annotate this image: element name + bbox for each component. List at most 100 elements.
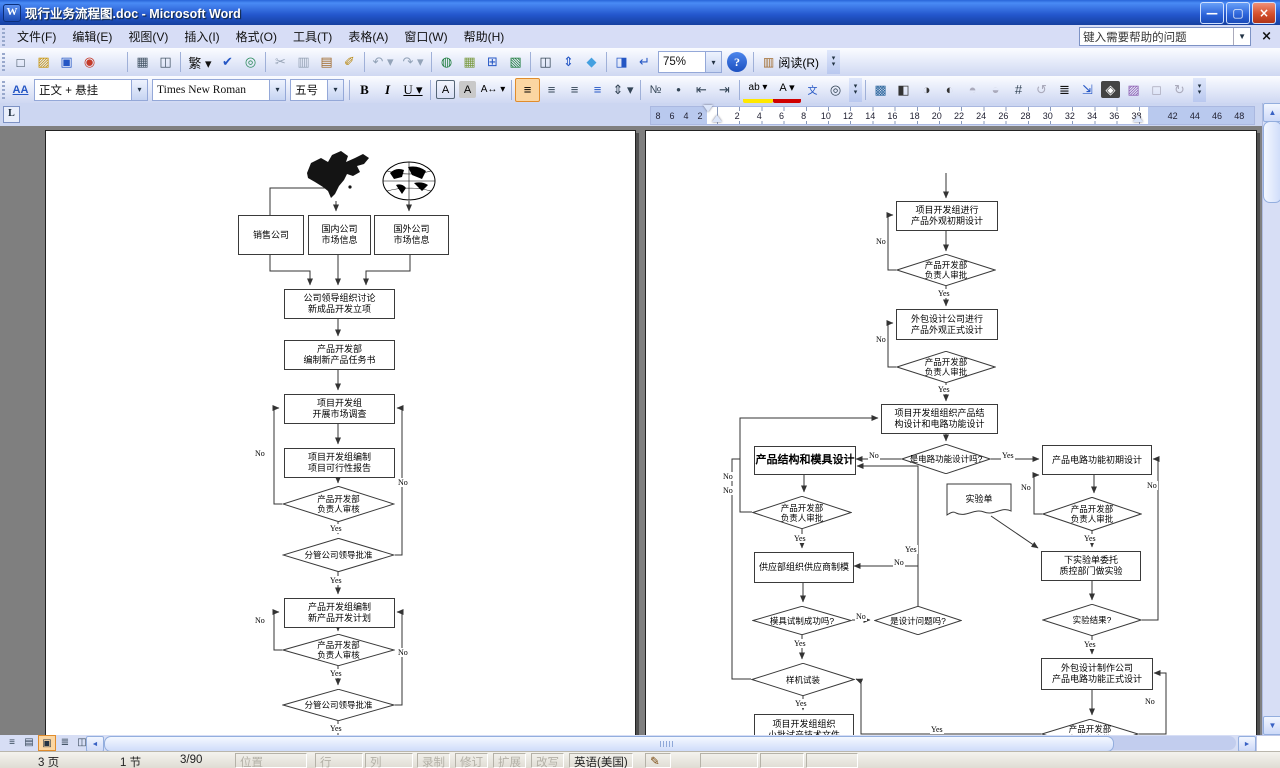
flow-node[interactable]: 项目开发组组织 小批试产技术文件 bbox=[754, 714, 854, 735]
format-picture-button[interactable]: ▨ bbox=[1122, 79, 1145, 101]
scroll-right-icon[interactable]: ► bbox=[1238, 736, 1256, 752]
less-contrast-button[interactable]: ◐ bbox=[938, 79, 961, 101]
help-button[interactable]: ? bbox=[727, 52, 747, 72]
styles-formatting-button[interactable]: AA bbox=[9, 79, 32, 101]
font-combo[interactable]: Times New Roman ▾ bbox=[152, 79, 286, 101]
show-hide-marks-button[interactable]: ↵ bbox=[633, 51, 656, 73]
hanging-indent-marker[interactable] bbox=[712, 115, 722, 122]
insert-picture-button[interactable]: ▩ bbox=[869, 79, 892, 101]
flow-decision[interactable]: 是电路功能设计吗? bbox=[901, 444, 991, 474]
undo-button[interactable]: ↶ ▾ bbox=[368, 51, 398, 73]
font-color-button[interactable]: A ▾ bbox=[773, 77, 801, 103]
open-button[interactable]: ▨ bbox=[32, 51, 55, 73]
word-app-icon[interactable]: W bbox=[3, 4, 21, 22]
more-contrast-button[interactable]: ◑ bbox=[915, 79, 938, 101]
insert-excel-button[interactable]: ▧ bbox=[504, 51, 527, 73]
close-button[interactable]: × bbox=[1252, 2, 1276, 24]
vertical-scrollbar-thumb[interactable] bbox=[1263, 121, 1280, 203]
menu-item[interactable]: 表格(A) bbox=[340, 25, 396, 48]
print-button[interactable]: ▦ bbox=[131, 51, 154, 73]
chinese-convert-button[interactable]: 繁 ▾ bbox=[184, 51, 216, 73]
flow-decision[interactable]: 产品开发部 负责人审批 bbox=[752, 496, 852, 529]
flow-document-shape[interactable]: 实验单 bbox=[946, 483, 1012, 521]
status-language[interactable]: 英语(美国) bbox=[569, 753, 633, 768]
toolbar-options-icon[interactable]: ▾▾ bbox=[849, 78, 862, 102]
document-area[interactable]: 销售公司 国内公司 市场信息 国外公司 市场信息 公司领导组织讨论 新成品开发立… bbox=[0, 126, 1262, 735]
char-scale-button[interactable]: A↔ ▾ bbox=[478, 79, 508, 101]
text-wrapping-button[interactable]: ◈ bbox=[1101, 81, 1120, 98]
print-layout-button[interactable]: ▣ bbox=[38, 735, 56, 751]
flow-node[interactable]: 产品结构和模具设计 bbox=[754, 446, 856, 475]
menu-item[interactable]: 窗口(W) bbox=[396, 25, 455, 48]
research-button[interactable]: ◎ bbox=[239, 51, 262, 73]
menu-item[interactable]: 帮助(H) bbox=[456, 25, 513, 48]
scroll-up-icon[interactable]: ▲ bbox=[1263, 103, 1280, 122]
underline-button[interactable]: U ▾ bbox=[399, 79, 427, 101]
right-indent-marker[interactable] bbox=[1133, 115, 1143, 122]
chevron-down-icon[interactable]: ▾ bbox=[705, 52, 721, 72]
flow-decision[interactable]: 产品开发部 负责人审批 bbox=[1042, 497, 1142, 531]
scroll-down-icon[interactable]: ▼ bbox=[1263, 716, 1280, 735]
first-line-indent-marker[interactable] bbox=[703, 105, 713, 112]
flow-decision[interactable]: 产品开发部 负责人审批 bbox=[1041, 719, 1139, 735]
chevron-down-icon[interactable]: ▼ bbox=[1233, 28, 1250, 45]
tab-selector[interactable]: L bbox=[3, 106, 20, 123]
format-painter-button[interactable]: ✐ bbox=[338, 51, 361, 73]
paste-button[interactable]: ▤ bbox=[315, 51, 338, 73]
flow-node[interactable]: 外包设计制作公司 产品电路功能正式设计 bbox=[1041, 658, 1153, 690]
flow-decision[interactable]: 模具试制成功吗? bbox=[752, 606, 852, 635]
less-brightness-button[interactable]: ◒ bbox=[984, 79, 1007, 101]
status-extend-toggle[interactable]: 扩展 bbox=[493, 753, 526, 768]
font-size-combo[interactable]: 五号 ▾ bbox=[290, 79, 344, 101]
document-map-button[interactable]: ◨ bbox=[610, 51, 633, 73]
bold-button[interactable]: B bbox=[353, 79, 376, 101]
normal-view-button[interactable]: ≡ bbox=[4, 735, 20, 749]
chevron-down-icon[interactable]: ▾ bbox=[269, 80, 285, 100]
flow-node[interactable]: 项目开发组进行 产品外观初期设计 bbox=[896, 201, 998, 231]
columns-button[interactable]: ◫ bbox=[534, 51, 557, 73]
toolbar-drag-handle[interactable] bbox=[2, 53, 5, 71]
menu-item[interactable]: 文件(F) bbox=[9, 25, 64, 48]
style-combo[interactable]: 正文 + 悬挂 ▾ bbox=[34, 79, 148, 101]
status-record-toggle[interactable]: 录制 bbox=[417, 753, 450, 768]
flow-decision[interactable]: 产品开发部 负责人审核 bbox=[282, 486, 395, 522]
help-question-box[interactable]: ▼ bbox=[1079, 27, 1251, 46]
spelling-grammar-button[interactable]: ✔ bbox=[216, 51, 239, 73]
line-spacing-button[interactable]: ⇕ ▾ bbox=[609, 79, 637, 101]
highlight-button[interactable]: ab ▾ bbox=[743, 77, 773, 103]
align-left-button[interactable]: ≡ bbox=[515, 78, 540, 102]
set-transparent-button[interactable]: ◻ bbox=[1145, 79, 1168, 101]
insert-hyperlink-button[interactable]: ◍ bbox=[435, 51, 458, 73]
scroll-left-icon[interactable]: ◄ bbox=[86, 736, 104, 752]
china-map-image[interactable] bbox=[301, 149, 373, 201]
italic-button[interactable]: I bbox=[376, 79, 399, 101]
flow-node[interactable]: 公司领导组织讨论 新成品开发立项 bbox=[284, 289, 395, 319]
toolbar-drag-handle[interactable] bbox=[2, 81, 5, 99]
flow-decision[interactable]: 产品开发部 负责人审核 bbox=[282, 634, 395, 666]
flow-node[interactable]: 产品电路功能初期设计 bbox=[1042, 445, 1152, 475]
menu-item[interactable]: 插入(I) bbox=[176, 25, 227, 48]
flow-node[interactable]: 产品开发部 编制新产品任务书 bbox=[284, 340, 395, 370]
flow-node[interactable]: 外包设计公司进行 产品外观正式设计 bbox=[896, 309, 998, 340]
world-map-image[interactable] bbox=[382, 161, 436, 201]
redo-button[interactable]: ↷ ▾ bbox=[398, 51, 428, 73]
align-right-button[interactable]: ≡ bbox=[563, 79, 586, 101]
menu-item[interactable]: 工具(T) bbox=[285, 25, 340, 48]
horizontal-scrollbar-thumb[interactable] bbox=[104, 736, 1114, 752]
new-document-button[interactable]: □ bbox=[9, 51, 32, 73]
more-brightness-button[interactable]: ◓ bbox=[961, 79, 984, 101]
line-style-button[interactable]: ≣ bbox=[1053, 79, 1076, 101]
zoom-combo[interactable]: 75% ▾ bbox=[658, 51, 722, 73]
align-distribute-button[interactable]: ≡ bbox=[586, 79, 609, 101]
print-preview-button[interactable]: ◫ bbox=[154, 51, 177, 73]
flow-decision[interactable]: 是设计问题吗? bbox=[874, 606, 962, 635]
flow-decision[interactable]: 产品开发部 负责人审批 bbox=[896, 254, 996, 286]
flow-decision[interactable]: 产品开发部 负责人审批 bbox=[896, 351, 996, 383]
read-mode-button[interactable]: ▥ 阅读(R) bbox=[757, 51, 825, 73]
toolbar-options-icon[interactable]: ▾▾ bbox=[827, 50, 840, 74]
status-revision-toggle[interactable]: 修订 bbox=[455, 753, 488, 768]
enclosed-char-button[interactable]: ◎ bbox=[824, 79, 847, 101]
numbering-button[interactable]: № bbox=[644, 79, 667, 101]
cut-button[interactable]: ✂ bbox=[269, 51, 292, 73]
phonetic-guide-button[interactable]: 文 bbox=[801, 79, 824, 101]
